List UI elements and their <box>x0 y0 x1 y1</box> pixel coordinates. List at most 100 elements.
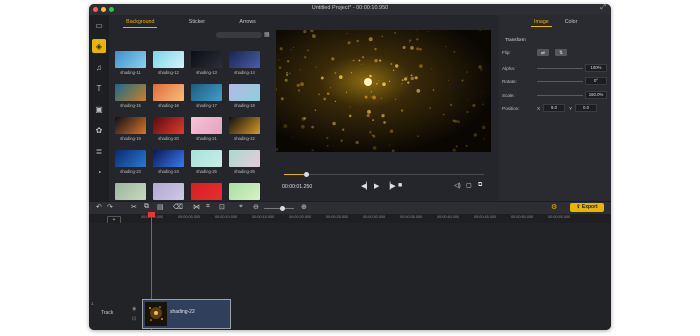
fullscreen-preview-icon[interactable]: ⧉ <box>478 182 482 189</box>
background-thumbnail[interactable] <box>191 117 222 134</box>
background-thumbnail[interactable] <box>229 51 260 68</box>
position-x-value[interactable]: 9.0 <box>543 104 565 112</box>
background-thumbnail[interactable] <box>153 150 184 167</box>
timeline-ruler[interactable]: + 00:00:00.000 00:00:05.000 00:00:10.000 00… <box>89 214 611 224</box>
background-thumbnail[interactable] <box>153 51 184 68</box>
zoom-out-icon[interactable]: ⊖ <box>253 203 259 211</box>
visibility-icon[interactable]: ◉ <box>132 306 136 312</box>
cut-icon[interactable]: ✂ <box>131 203 137 211</box>
sparkle <box>367 109 371 114</box>
tab-background[interactable]: Background <box>123 18 158 28</box>
snapshot-icon[interactable]: ▢ <box>466 182 472 189</box>
layers-icon[interactable]: ◈ <box>92 39 106 53</box>
sparkle <box>348 114 352 118</box>
search-input[interactable] <box>216 32 262 38</box>
sparkle <box>292 46 295 49</box>
background-thumbnail[interactable] <box>229 150 260 167</box>
background-thumbnail[interactable] <box>191 183 222 200</box>
ruler-tick-label: 00:00:10.000 <box>215 215 238 219</box>
rotate-value[interactable]: 0° <box>585 77 607 85</box>
lock-icon[interactable]: ⊡ <box>132 316 136 322</box>
playback-knob[interactable] <box>304 172 309 177</box>
playhead-handle[interactable] <box>148 212 155 217</box>
sparkle <box>465 144 468 147</box>
grid-view-icon[interactable]: ▦ <box>264 32 271 38</box>
sparkle <box>326 92 330 96</box>
background-thumbnail[interactable] <box>115 117 146 134</box>
background-thumbnail[interactable] <box>115 51 146 68</box>
background-thumbnail[interactable] <box>115 84 146 101</box>
background-thumbnail[interactable] <box>153 84 184 101</box>
sparkle <box>432 89 435 91</box>
play-icon[interactable]: ▶ <box>374 182 379 190</box>
background-thumbnail[interactable] <box>191 150 222 167</box>
redo-icon[interactable]: ↷ <box>107 203 113 211</box>
next-frame-icon[interactable]: ▕▶ <box>385 182 396 190</box>
background-thumbnail[interactable] <box>229 183 260 200</box>
background-thumbnail[interactable] <box>115 150 146 167</box>
volume-icon[interactable]: ◁) <box>454 182 461 189</box>
flip-vertical-button[interactable]: ⇅ <box>555 49 567 56</box>
copy-icon[interactable]: ⧉ <box>144 203 149 211</box>
playback-progress[interactable] <box>284 174 484 175</box>
background-thumbnail[interactable] <box>115 183 146 200</box>
transition-icon[interactable]: ▣ <box>92 102 106 116</box>
sparkle <box>388 144 391 146</box>
background-thumbnail[interactable] <box>191 84 222 101</box>
scale-value[interactable]: 160.0% <box>585 91 607 99</box>
tab-sticker[interactable]: Sticker <box>186 18 208 28</box>
sparkle <box>338 75 343 79</box>
undo-icon[interactable]: ↶ <box>96 203 102 211</box>
delete-icon[interactable]: ⌫ <box>173 203 183 211</box>
sparkle <box>352 59 355 62</box>
sparkle <box>371 134 374 137</box>
sparkle <box>370 91 372 93</box>
tab-arrows[interactable]: Arrows <box>236 18 258 28</box>
previous-frame-icon[interactable]: ◀▏ <box>361 182 372 190</box>
cursor-icon[interactable]: ◔ <box>92 165 106 179</box>
sparkle <box>364 95 368 99</box>
fullscreen-icon[interactable]: ⤢ <box>600 4 606 12</box>
audio-icon[interactable]: ♫ <box>92 60 106 74</box>
crop-icon[interactable]: ⌗ <box>206 203 210 211</box>
ruler-tick-label: 00:00:40.000 <box>437 215 460 219</box>
sparkle <box>431 68 433 70</box>
scale-slider[interactable] <box>537 95 583 96</box>
settings-icon[interactable]: ⚙ <box>551 203 557 211</box>
zoom-slider-knob[interactable] <box>280 206 285 211</box>
position-y-value[interactable]: 0.0 <box>575 104 597 112</box>
flip-horizontal-button[interactable]: ⇄ <box>537 49 549 56</box>
text-icon[interactable]: T <box>92 81 106 95</box>
background-thumbnail[interactable] <box>153 117 184 134</box>
sparkle <box>292 136 294 139</box>
background-thumbnail[interactable] <box>191 51 222 68</box>
background-thumbnail[interactable] <box>229 117 260 134</box>
sparkle <box>472 103 476 108</box>
split-icon[interactable]: ⋈ <box>193 203 200 211</box>
marker-icon[interactable]: ⌖ <box>239 203 243 211</box>
effects-icon[interactable]: ✿ <box>92 123 106 137</box>
tab-color[interactable]: Color <box>562 18 581 27</box>
background-thumbnail[interactable] <box>229 84 260 101</box>
media-icon[interactable]: ▭ <box>92 18 106 32</box>
zoom-in-icon[interactable]: ⊕ <box>301 203 307 211</box>
sparkle <box>419 64 423 68</box>
alpha-slider[interactable] <box>537 68 583 69</box>
freeze-icon[interactable]: ⊡ <box>219 203 225 211</box>
tab-image[interactable]: Image <box>531 18 552 27</box>
sparkle <box>400 109 404 112</box>
zoom-slider[interactable] <box>264 208 294 209</box>
sparkle <box>303 116 307 120</box>
alpha-value[interactable]: 100% <box>585 64 607 72</box>
background-thumbnail[interactable] <box>153 183 184 200</box>
filter-icon[interactable]: ≣ <box>92 144 106 158</box>
thumbnail-label: shading-12 <box>158 70 179 75</box>
sparkle <box>455 145 458 148</box>
paste-icon[interactable]: ▤ <box>157 203 164 211</box>
ruler-tick-label: 00:00:50.000 <box>511 215 534 219</box>
timeline-clip[interactable]: shading-22 <box>142 299 231 329</box>
export-button[interactable]: ⇪ Export <box>570 203 604 212</box>
stop-icon[interactable]: ■ <box>398 182 402 189</box>
rotate-slider[interactable] <box>537 81 583 82</box>
sparkle <box>342 128 345 131</box>
